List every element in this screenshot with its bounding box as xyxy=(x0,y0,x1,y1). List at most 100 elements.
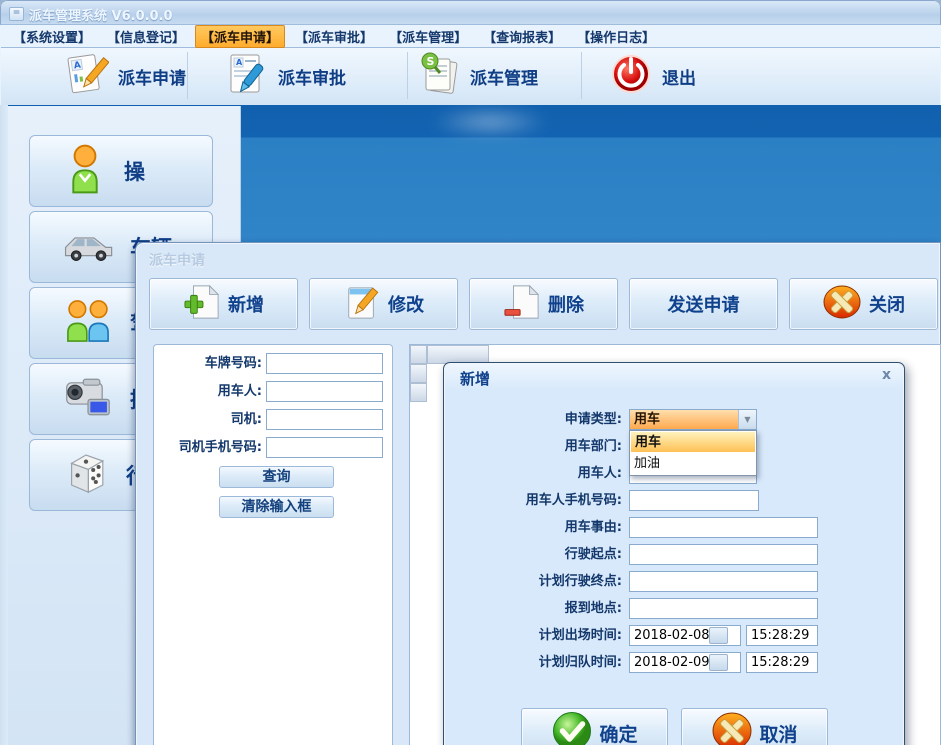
window-title: 派车申请 xyxy=(149,250,205,270)
end-point-input[interactable] xyxy=(629,571,818,592)
toolbar-dispatch-manage-label: 派车管理 xyxy=(470,64,538,89)
delete-button[interactable]: 删除 xyxy=(469,278,618,330)
toolbar-dispatch-approve[interactable]: A 派车审批 xyxy=(223,53,346,99)
toolbar-exit[interactable]: 退出 xyxy=(609,53,696,99)
close-x-icon xyxy=(822,284,862,325)
cancel-x-icon xyxy=(711,711,753,745)
toolbar-separator xyxy=(187,52,188,99)
return-time-input[interactable] xyxy=(746,652,818,673)
menu-item-dispatch-manage[interactable]: 【派车管理】 xyxy=(383,25,473,48)
titlebar: = 派车管理系统 V6.0.0.0 xyxy=(0,0,941,25)
app-icon: = xyxy=(9,7,24,21)
menu-item-operation-log[interactable]: 【操作日志】 xyxy=(571,25,661,48)
driver-label: 司机: xyxy=(154,409,262,431)
menu-item-dispatch-approve[interactable]: 【派车审批】 xyxy=(289,25,379,48)
drivers-icon xyxy=(62,297,114,349)
car-user-label: 用车人: xyxy=(444,463,622,484)
svg-text:S: S xyxy=(427,55,435,68)
reason-label: 用车事由: xyxy=(444,517,622,538)
query-button[interactable]: 查询 xyxy=(219,466,334,488)
svg-text:A: A xyxy=(73,61,81,72)
sidebar-item-operator[interactable]: 操 xyxy=(29,135,213,207)
svg-text:A: A xyxy=(236,58,243,67)
modify-document-icon xyxy=(343,284,381,325)
car-user-label: 用车人: xyxy=(154,381,262,403)
ok-button[interactable]: 确定 xyxy=(521,708,668,745)
dispatch-request-icon: A xyxy=(63,51,109,101)
apply-type-combobox[interactable]: 用车 ▼ xyxy=(629,409,757,430)
cancel-button[interactable]: 取消 xyxy=(681,708,828,745)
add-button[interactable]: 新增 xyxy=(149,278,298,330)
car-user-input[interactable] xyxy=(266,381,383,402)
calendar-button[interactable] xyxy=(709,627,728,644)
start-point-label: 行驶起点: xyxy=(444,544,622,565)
toolbar-exit-label: 退出 xyxy=(662,64,696,89)
sidebar-item-operator-label: 操 xyxy=(124,156,145,186)
apply-type-dropdown: 用车 加油 xyxy=(629,430,757,476)
driver-phone-label: 司机手机号码: xyxy=(154,437,262,459)
toolbar-separator xyxy=(581,52,582,99)
driver-phone-input[interactable] xyxy=(266,437,383,458)
dept-label: 用车部门: xyxy=(444,436,622,457)
mdi-background: 操 车辆 xyxy=(0,105,941,745)
clear-inputs-button[interactable]: 清除输入框 xyxy=(219,496,334,518)
toolbar-dispatch-approve-label: 派车审批 xyxy=(278,64,346,89)
operator-icon xyxy=(62,143,108,199)
dropdown-option-car[interactable]: 用车 xyxy=(630,431,756,453)
chevron-down-icon[interactable]: ▼ xyxy=(738,410,756,429)
apply-type-value: 用车 xyxy=(630,410,738,429)
apply-type-label: 申请类型: xyxy=(444,409,622,430)
baggage-dice-icon xyxy=(62,449,110,501)
exit-power-icon xyxy=(609,52,653,100)
toolbar-separator xyxy=(407,52,408,99)
main-toolbar: A 派车申请 A xyxy=(1,48,940,106)
window-frame xyxy=(0,105,8,745)
dialog-close-icon[interactable]: x xyxy=(882,366,891,384)
user-phone-input[interactable] xyxy=(629,490,759,511)
report-place-label: 报到地点: xyxy=(444,598,622,619)
plate-number-input[interactable] xyxy=(266,353,383,374)
depart-time-input[interactable] xyxy=(746,625,818,646)
user-phone-label: 用车人手机号码: xyxy=(444,490,622,511)
dropdown-option-refuel[interactable]: 加油 xyxy=(630,453,756,475)
send-request-button[interactable]: 发送申请 xyxy=(629,278,778,330)
dialog-header xyxy=(445,364,903,390)
menu-item-report-query[interactable]: 【查询报表】 xyxy=(477,25,567,48)
modify-button[interactable]: 修改 xyxy=(309,278,458,330)
menu-item-info-register[interactable]: 【信息登记】 xyxy=(101,25,191,48)
app-title: 派车管理系统 V6.0.0.0 xyxy=(29,5,173,24)
calendar-button[interactable] xyxy=(709,654,728,671)
delete-document-icon xyxy=(503,284,541,325)
grid-row-indicator xyxy=(410,383,427,402)
grid-row-indicator xyxy=(410,364,427,383)
menu-item-system-settings[interactable]: 【系统设置】 xyxy=(7,25,97,48)
close-button[interactable]: 关闭 xyxy=(789,278,938,330)
modify-button-label: 修改 xyxy=(388,291,424,317)
start-point-input[interactable] xyxy=(629,544,818,565)
search-form-panel: 车牌号码: 用车人: 司机: 司机手机号码: 查询 清除输入框 xyxy=(153,344,393,745)
cloud xyxy=(430,107,550,137)
ok-button-label: 确定 xyxy=(599,720,637,745)
report-place-input[interactable] xyxy=(629,598,818,619)
grid-corner-cell xyxy=(410,345,427,364)
plate-number-label: 车牌号码: xyxy=(154,353,262,375)
toolbar-dispatch-request-label: 派车申请 xyxy=(118,64,186,89)
check-circle-icon xyxy=(551,710,593,745)
app-window: = 派车管理系统 V6.0.0.0 【系统设置】 【信息登记】 【派车申请】 【… xyxy=(0,0,941,745)
vehicle-icon xyxy=(62,228,114,266)
menubar: 【系统设置】 【信息登记】 【派车申请】 【派车审批】 【派车管理】 【查询报表… xyxy=(1,25,940,48)
menu-item-dispatch-request[interactable]: 【派车申请】 xyxy=(195,25,285,48)
toolbar-dispatch-request[interactable]: A 派车申请 xyxy=(63,53,186,99)
end-point-label: 计划行驶终点: xyxy=(444,571,622,592)
dispatch-approve-icon: A xyxy=(223,51,269,101)
camera-icon xyxy=(62,375,114,423)
close-button-label: 关闭 xyxy=(869,291,905,317)
delete-button-label: 删除 xyxy=(548,291,584,317)
dialog-title: 新增 xyxy=(460,368,490,389)
new-request-dialog: 新增 x 申请类型: 用车 ▼ 用车部门: 用车人: 用车人手机号码: xyxy=(443,362,905,745)
driver-input[interactable] xyxy=(266,409,383,430)
reason-input[interactable] xyxy=(629,517,818,538)
toolbar-dispatch-manage[interactable]: S 派车管理 xyxy=(415,53,538,99)
cancel-button-label: 取消 xyxy=(759,720,797,745)
dispatch-manage-icon: S xyxy=(415,51,461,101)
